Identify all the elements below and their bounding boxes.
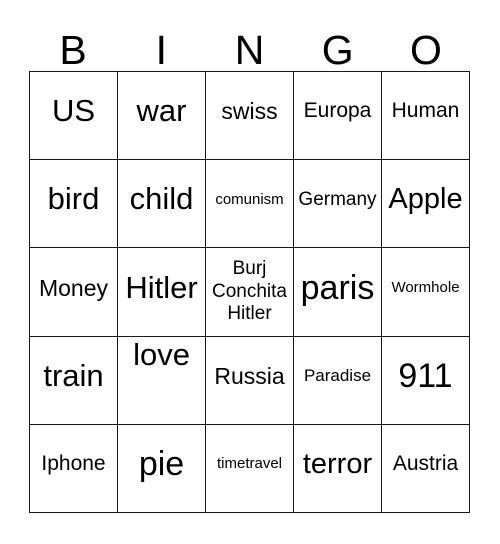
bingo-cell-r5c1[interactable]: Iphone xyxy=(30,424,118,513)
bingo-cell-r1c4[interactable]: Europa xyxy=(294,72,382,161)
bingo-cell-r3c3[interactable]: Burj Conchita Hitler xyxy=(206,248,294,337)
bingo-cell-label: bird xyxy=(47,181,100,217)
bingo-cell-label: train xyxy=(43,357,104,393)
bingo-cell-r5c4[interactable]: terror xyxy=(294,424,382,513)
bingo-header-letter-g: G xyxy=(321,27,354,73)
bingo-header-letter-i: I xyxy=(155,27,167,73)
bingo-cell-label: 911 xyxy=(398,357,453,396)
bingo-cell-r3c4[interactable]: paris xyxy=(294,248,382,337)
bingo-cell-r4c3[interactable]: Russia xyxy=(206,336,294,425)
bingo-cell-label: child xyxy=(129,181,194,217)
bingo-cell-r4c1[interactable]: train xyxy=(30,336,118,425)
bingo-grid: US war swiss Europa Human bird child comunism Ge… xyxy=(29,71,470,513)
bingo-cell-r3c5[interactable]: Wormhole xyxy=(382,248,470,337)
bingo-cell-label: war xyxy=(136,93,187,129)
bingo-cell-label: Paradise xyxy=(303,366,372,386)
bingo-cell-label: Apple xyxy=(388,183,463,216)
bingo-cell-r3c1[interactable]: Money xyxy=(30,248,118,337)
bingo-header-letter-n: N xyxy=(234,27,265,73)
bingo-cell-label: Germany xyxy=(298,188,377,210)
bingo-cell-r4c4[interactable]: Paradise xyxy=(294,336,382,425)
bingo-cell-label: Human xyxy=(391,99,460,123)
bingo-cell-label: US xyxy=(51,93,96,129)
bingo-cell-label: Burj Conchita Hitler xyxy=(212,258,287,325)
bingo-cell-r1c5[interactable]: Human xyxy=(382,72,470,161)
bingo-cell-r2c5[interactable]: Apple xyxy=(382,160,470,249)
bingo-cell-label: Hitler xyxy=(125,269,198,305)
bingo-header-row: BINGO xyxy=(29,20,470,71)
bingo-card: B I N G O US war swiss Europa Human bird child comu… xyxy=(0,0,500,544)
bingo-cell-r4c5[interactable]: 911 xyxy=(382,336,470,425)
bingo-cell-r4c2[interactable]: love xyxy=(118,336,206,425)
bingo-cell-label: comunism xyxy=(215,190,284,208)
bingo-cell-r5c5[interactable]: Austria xyxy=(382,424,470,513)
bingo-cell-label: Russia xyxy=(214,363,285,389)
bingo-header-letter-o: O xyxy=(409,27,442,73)
bingo-cell-r2c4[interactable]: Germany xyxy=(294,160,382,249)
bingo-cell-label: Europa xyxy=(303,99,372,123)
bingo-cell-r1c3[interactable]: swiss xyxy=(206,72,294,161)
bingo-cell-r2c2[interactable]: child xyxy=(118,160,206,249)
bingo-cell-r2c3[interactable]: comunism xyxy=(206,160,294,249)
bingo-cell-label: terror xyxy=(302,448,373,481)
bingo-cell-label: pie xyxy=(138,445,185,484)
bingo-cell-label: paris xyxy=(300,268,375,307)
bingo-cell-label: Wormhole xyxy=(391,279,460,297)
bingo-cell-r5c3[interactable]: timetravel xyxy=(206,424,294,513)
bingo-cell-label: Money xyxy=(38,274,109,301)
bingo-cell-label: swiss xyxy=(221,98,278,125)
bingo-cell-label: timetravel xyxy=(216,455,283,473)
bingo-cell-r3c2[interactable]: Hitler xyxy=(118,248,206,337)
bingo-cell-r1c1[interactable]: US xyxy=(30,72,118,161)
bingo-cell-r5c2[interactable]: pie xyxy=(118,424,206,513)
bingo-cell-label: Austria xyxy=(392,452,459,476)
bingo-cell-label: love xyxy=(133,336,190,372)
bingo-cell-r2c1[interactable]: bird xyxy=(30,160,118,249)
bingo-header-letter-b: B xyxy=(59,27,87,73)
bingo-cell-r1c2[interactable]: war xyxy=(118,72,206,161)
bingo-cell-label: Iphone xyxy=(41,452,106,476)
